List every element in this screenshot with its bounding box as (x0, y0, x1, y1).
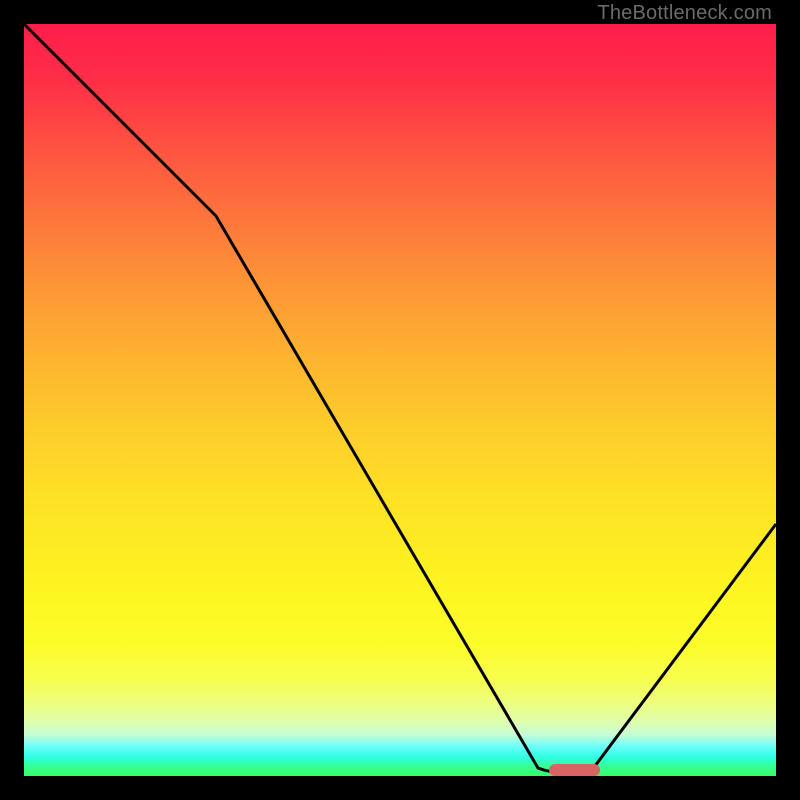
plot-area (24, 24, 776, 776)
watermark-text: TheBottleneck.com (597, 2, 772, 25)
outer-frame: TheBottleneck.com (0, 0, 800, 800)
optimum-marker (549, 764, 600, 776)
curve-path (24, 24, 776, 773)
bottleneck-curve (24, 24, 776, 776)
